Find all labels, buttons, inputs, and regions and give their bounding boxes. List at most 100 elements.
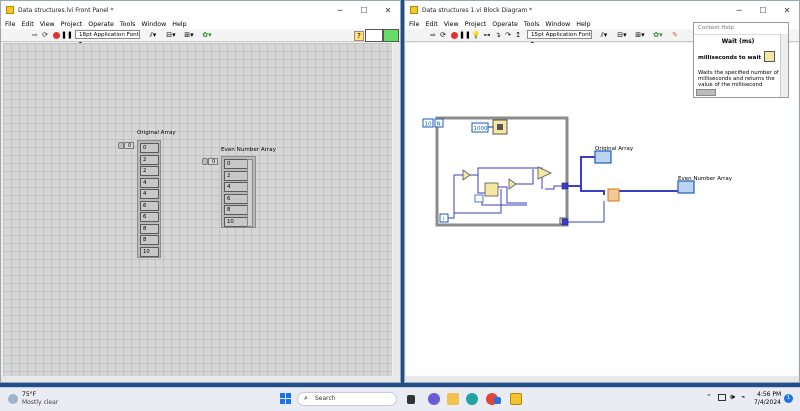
weather-condition[interactable]: Mostly clear [22, 399, 58, 406]
notification-badge[interactable]: 1 [784, 394, 793, 403]
even-array-element[interactable]: 6 [224, 194, 248, 204]
network-icon[interactable]: ⌁ [741, 393, 745, 401]
reorder-icon[interactable]: ✿▾ [200, 31, 214, 39]
display-icon[interactable] [718, 394, 726, 401]
context-help-scrollbar[interactable] [780, 34, 788, 97]
constant-node[interactable] [474, 194, 484, 203]
tray-chevron-icon[interactable]: ⌃ [706, 393, 712, 401]
output-tunnel[interactable] [561, 182, 569, 190]
step-out-icon[interactable]: ↥ [514, 31, 522, 39]
edge-browser-icon[interactable] [466, 393, 478, 405]
weather-temperature[interactable]: 75°F [22, 391, 36, 398]
close-icon[interactable]: ✕ [376, 1, 400, 19]
maximize-icon[interactable]: ☐ [751, 1, 775, 19]
menu-help[interactable]: Help [576, 21, 590, 28]
even-array-element[interactable]: 2 [224, 171, 248, 181]
volume-icon[interactable]: 🕪 [730, 392, 735, 402]
select-node[interactable] [537, 166, 552, 180]
start-button[interactable] [280, 393, 292, 405]
original-array-element[interactable]: 4 [140, 178, 159, 188]
block-diagram-horizontal-scrollbar[interactable] [405, 376, 799, 382]
menu-edit[interactable]: Edit [426, 21, 438, 28]
reorder-icon[interactable]: ✿▾ [651, 31, 665, 39]
array-delete-function[interactable] [607, 188, 620, 202]
menu-operate[interactable]: Operate [492, 21, 518, 28]
weather-icon[interactable] [8, 394, 18, 404]
step-over-icon[interactable]: ↷ [504, 31, 512, 39]
run-continuously-icon[interactable]: ⟳ [41, 31, 49, 39]
original-array-element[interactable]: 10 [140, 247, 159, 257]
menu-view[interactable]: View [444, 21, 459, 28]
even-array-element[interactable]: 0 [224, 159, 248, 169]
labview-taskbar-icon[interactable] [510, 393, 522, 405]
run-arrow-icon[interactable]: ⇨ [31, 31, 39, 39]
resize-objects-icon[interactable]: ⊞▾ [633, 31, 647, 39]
original-array-element[interactable]: 8 [140, 235, 159, 245]
even-array-element[interactable]: 10 [224, 217, 248, 227]
highlight-execution-icon[interactable]: 💡 [472, 31, 481, 39]
original-array-element[interactable]: 0 [140, 143, 159, 153]
vi-icon[interactable] [383, 29, 399, 42]
run-continuously-icon[interactable]: ⟳ [439, 31, 447, 39]
front-panel-vertical-scrollbar[interactable] [393, 43, 400, 376]
menu-project[interactable]: Project [465, 21, 487, 28]
front-panel-canvas[interactable]: Original Array 0 0 2 2 4 4 6 6 8 8 10 Ev… [3, 43, 392, 376]
original-array-element[interactable]: 6 [140, 201, 159, 211]
maximize-icon[interactable]: ☐ [352, 1, 376, 19]
distribute-objects-icon[interactable]: ⊟▾ [615, 31, 629, 39]
chat-icon[interactable] [428, 393, 440, 405]
abort-icon[interactable] [450, 31, 458, 39]
quotient-remainder-node[interactable] [484, 182, 499, 197]
font-select[interactable]: 18pt Application Font ▾ [75, 30, 140, 47]
original-array-element[interactable]: 4 [140, 189, 159, 199]
file-explorer-icon[interactable] [447, 393, 459, 405]
run-arrow-icon[interactable]: ⇨ [429, 31, 437, 39]
original-array-element[interactable]: 6 [140, 212, 159, 222]
menu-window[interactable]: Window [141, 21, 166, 28]
align-objects-icon[interactable]: ⫽▾ [146, 31, 160, 39]
pause-icon[interactable]: ❚❚ [61, 31, 73, 39]
step-into-icon[interactable]: ↴ [494, 31, 502, 39]
help-icon[interactable]: ? [354, 31, 364, 41]
menu-tools[interactable]: Tools [120, 21, 136, 28]
font-select[interactable]: 15pt Application Font ▾ [527, 30, 592, 47]
even-array-index[interactable]: 0 [208, 158, 218, 165]
original-array-index[interactable]: 0 [124, 142, 134, 149]
retain-wire-values-icon[interactable]: ⊶ [483, 31, 491, 39]
menu-project[interactable]: Project [61, 21, 83, 28]
clock-time[interactable]: 4:56 PM [757, 391, 781, 398]
menu-window[interactable]: Window [545, 21, 570, 28]
resize-objects-icon[interactable]: ⊞▾ [182, 31, 196, 39]
menu-operate[interactable]: Operate [88, 21, 114, 28]
block-diagram-titlebar[interactable]: Data structures 1.vi Block Diagram * ─ ☐… [405, 1, 799, 19]
task-view-icon[interactable] [407, 395, 415, 404]
taskbar-search-box[interactable]: ⌕ Search [297, 392, 397, 406]
menu-help[interactable]: Help [172, 21, 186, 28]
menu-tools[interactable]: Tools [524, 21, 540, 28]
abort-icon[interactable] [52, 31, 60, 39]
even-array-terminal[interactable] [677, 180, 695, 194]
minimize-icon[interactable]: ─ [727, 1, 751, 19]
multiply-node[interactable] [462, 169, 471, 181]
menu-edit[interactable]: Edit [22, 21, 34, 28]
original-array-element[interactable]: 8 [140, 224, 159, 234]
even-array-scrollbar[interactable] [247, 159, 253, 227]
original-array-element[interactable]: 2 [140, 155, 159, 165]
menu-file[interactable]: File [5, 21, 16, 28]
even-array-element[interactable]: 4 [224, 182, 248, 192]
minimize-icon[interactable]: ─ [328, 1, 352, 19]
front-panel-horizontal-scrollbar[interactable] [1, 376, 400, 382]
context-help-titlebar[interactable]: Context Help [694, 23, 788, 35]
output-tunnel[interactable] [561, 218, 569, 226]
close-icon[interactable]: ✕ [775, 1, 799, 19]
app-icon[interactable] [494, 397, 501, 404]
front-panel-titlebar[interactable]: Data structures.lvi Front Panel * ─ ☐ ✕ [1, 1, 400, 19]
original-array-element[interactable]: 2 [140, 166, 159, 176]
pause-icon[interactable]: ❚❚ [459, 31, 471, 39]
original-array-terminal[interactable] [594, 150, 612, 164]
even-array-element[interactable]: 8 [224, 205, 248, 215]
menu-view[interactable]: View [40, 21, 55, 28]
menu-file[interactable]: File [409, 21, 420, 28]
align-objects-icon[interactable]: ⫽▾ [597, 31, 611, 39]
connector-pane-icon[interactable] [365, 29, 383, 42]
